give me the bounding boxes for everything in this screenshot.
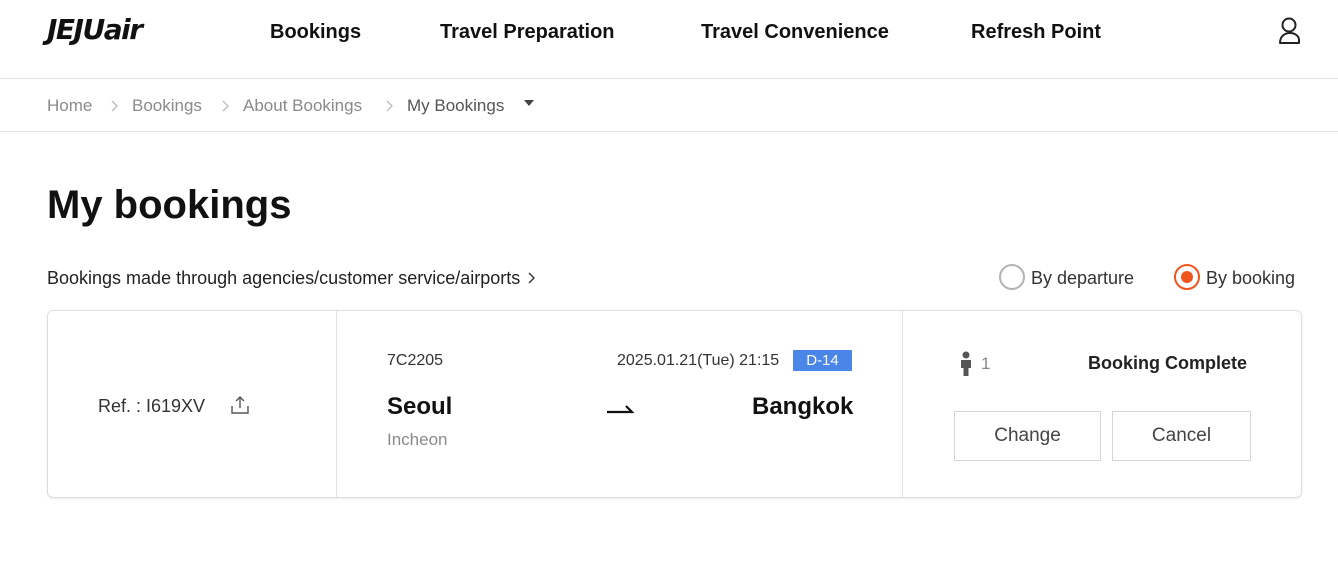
booking-card[interactable]: Ref. : I619XV 7C2205 2025.01.21(Tue) 21:… [47, 310, 1302, 498]
passenger-count: 1 [981, 354, 991, 373]
chevron-right-icon [528, 272, 536, 284]
sort-by-departure-radio[interactable]: By departure [999, 264, 1149, 292]
site-header: JEJUair Bookings Travel Preparation Trav… [0, 0, 1338, 79]
chevron-right-icon [386, 100, 393, 112]
dday-badge: D-14 [793, 350, 852, 371]
booking-status: Booking Complete [1088, 353, 1248, 373]
origin-airport: Incheon [387, 430, 448, 449]
breadcrumb-about-bookings[interactable]: About Bookings [243, 95, 362, 117]
sort-by-booking-radio[interactable]: By booking [1174, 264, 1304, 292]
breadcrumb-home[interactable]: Home [47, 95, 92, 117]
nav-travel-preparation[interactable]: Travel Preparation [440, 19, 615, 45]
booking-reference: Ref. : I619XV [98, 396, 206, 416]
chevron-right-icon [222, 100, 229, 112]
page-title: My bookings [47, 183, 292, 227]
sort-by-booking-label: By booking [1206, 268, 1296, 288]
sort-by-departure-label: By departure [1031, 268, 1135, 288]
breadcrumb: Home Bookings About Bookings My Bookings [0, 79, 1338, 132]
passenger-icon [961, 351, 971, 376]
flight-number: 7C2205 [387, 352, 444, 369]
destination-city: Bangkok [752, 393, 854, 420]
agency-bookings-link[interactable]: Bookings made through agencies/customer … [47, 266, 536, 290]
column-divider [902, 311, 903, 497]
breadcrumb-bookings[interactable]: Bookings [132, 95, 202, 117]
nav-refresh-point[interactable]: Refresh Point [971, 19, 1101, 45]
flight-datetime: 2025.01.21(Tue) 21:15 [617, 352, 780, 369]
radio-checked-icon [1174, 264, 1200, 290]
share-icon[interactable] [230, 395, 250, 415]
cancel-button[interactable]: Cancel [1112, 411, 1251, 461]
radio-unchecked-icon [999, 264, 1025, 290]
origin-city: Seoul [387, 393, 453, 420]
jejuair-logo[interactable]: JEJUair [47, 14, 143, 46]
column-divider [336, 311, 337, 497]
change-button[interactable]: Change [954, 411, 1101, 461]
nav-travel-convenience[interactable]: Travel Convenience [701, 19, 889, 45]
chevron-right-icon [111, 100, 118, 112]
nav-bookings[interactable]: Bookings [270, 19, 361, 45]
user-icon[interactable] [1277, 16, 1303, 46]
breadcrumb-my-bookings[interactable]: My Bookings [407, 95, 504, 117]
agency-bookings-label: Bookings made through agencies/customer … [47, 268, 521, 288]
arrow-right-icon [607, 405, 634, 414]
caret-down-icon[interactable] [524, 100, 534, 106]
